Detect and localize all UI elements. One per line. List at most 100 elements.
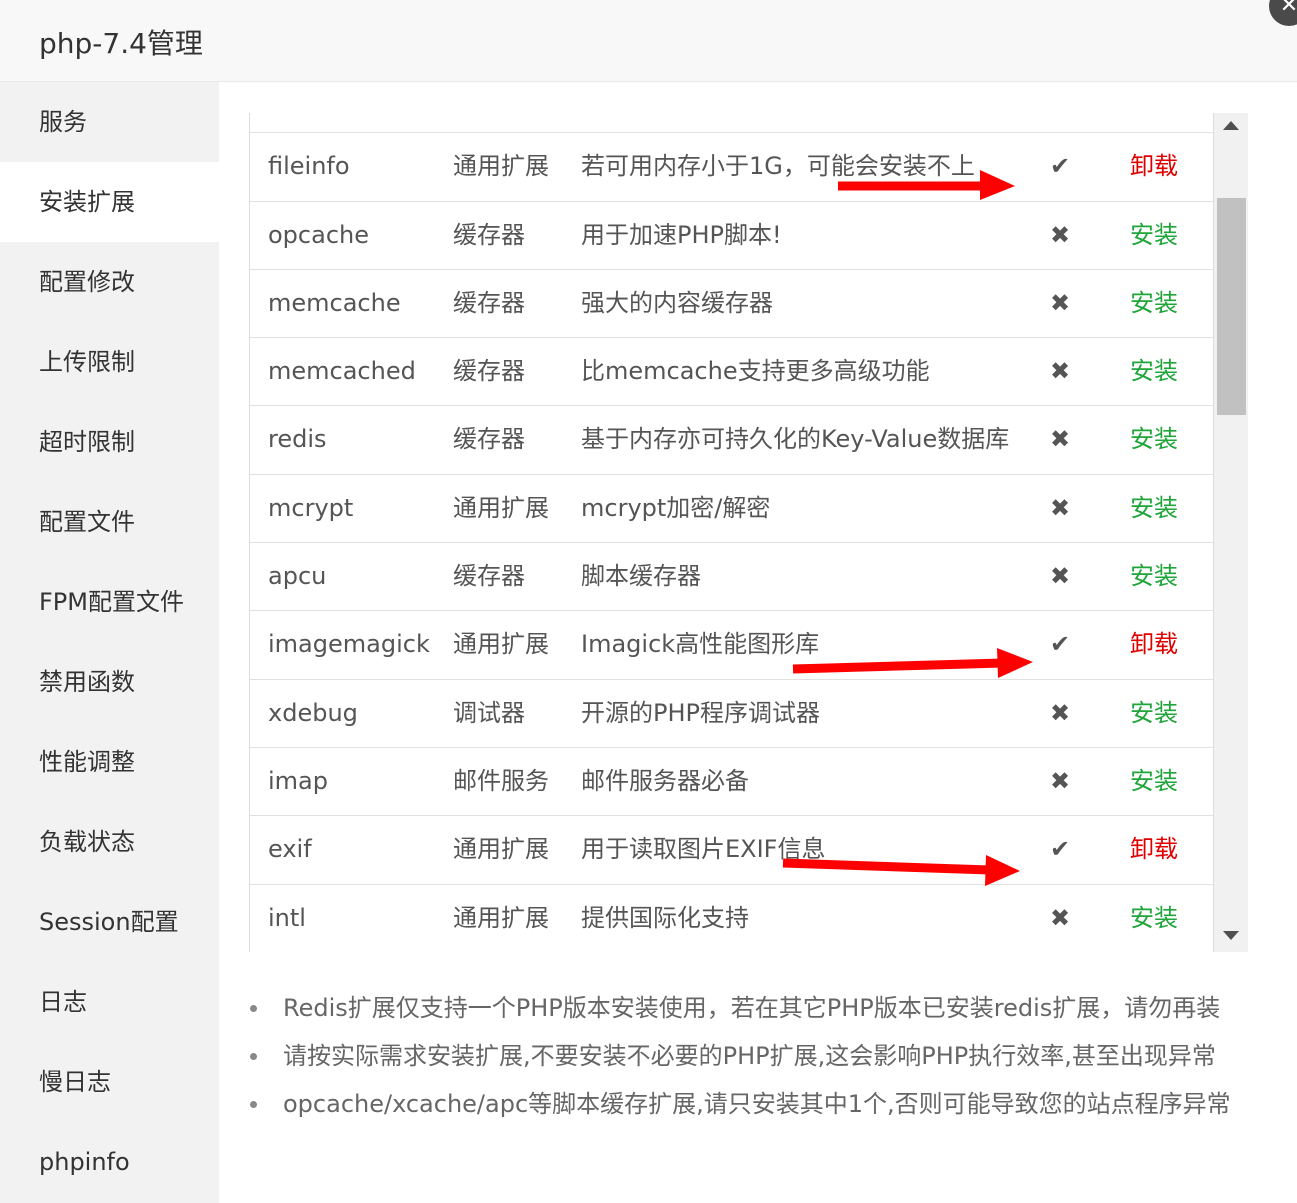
- extension-type: 缓存器: [453, 288, 525, 317]
- extension-type: 邮件服务: [453, 766, 549, 795]
- table-row: memcached 缓存器 比memcache支持更多高级功能 ✖ 安装: [250, 338, 1213, 407]
- install-button[interactable]: 安装: [1130, 113, 1178, 132]
- note-item: opcache/xcache/apc等脚本缓存扩展,请只安装其中1个,否则可能导…: [249, 1084, 1239, 1132]
- scroll-thumb[interactable]: [1217, 198, 1246, 415]
- table-row: exif 通用扩展 用于读取图片EXIF信息 ✔ 卸载: [250, 816, 1213, 885]
- extension-description: 强大的内容缓存器: [581, 288, 773, 317]
- sidebar: 服务 安装扩展 配置修改 上传限制 超时限制 配置文件 FPM配置文件 禁用函数…: [0, 82, 219, 1203]
- check-icon: ✔: [1050, 630, 1071, 659]
- table-scrollbar[interactable]: [1214, 113, 1248, 952]
- extension-name: imap: [268, 766, 328, 795]
- cross-icon: ✖: [1050, 766, 1071, 795]
- table-row: mcrypt 通用扩展 mcrypt加密/解密 ✖ 安装: [250, 475, 1213, 544]
- install-button[interactable]: 安装: [1130, 885, 1178, 952]
- extension-description: 比memcache支持更多高级功能: [581, 357, 930, 386]
- extension-description: 开源的PHP程序调试器: [581, 698, 820, 727]
- extension-description: 若可用内存小于1G，可能会安装不上: [581, 152, 975, 181]
- table-row: memcache 缓存器 强大的内容缓存器 ✖ 安装: [250, 270, 1213, 339]
- extension-type: 通用扩展: [453, 493, 549, 522]
- install-button[interactable]: 安装: [1130, 748, 1178, 815]
- sidebar-item-session-config[interactable]: Session配置: [0, 882, 219, 962]
- sidebar-item-load-status[interactable]: 负载状态: [0, 802, 219, 882]
- table-row: ionCube 脚本解密 用于解密ionCube Encoder加密脚本! ✖ 安装: [250, 113, 1213, 134]
- extension-description: 提供国际化支持: [581, 903, 749, 932]
- uninstall-button[interactable]: 卸载: [1130, 133, 1178, 200]
- table-row: xdebug 调试器 开源的PHP程序调试器 ✖ 安装: [250, 680, 1213, 748]
- install-button[interactable]: 安装: [1130, 680, 1178, 747]
- check-icon: ✔: [1050, 835, 1071, 864]
- install-button[interactable]: 安装: [1130, 202, 1178, 269]
- note-item: Redis扩展仅支持一个PHP版本安装使用，若在其它PHP版本已安装redis扩…: [249, 988, 1239, 1036]
- extension-name: fileinfo: [268, 152, 350, 181]
- sidebar-item-config-file[interactable]: 配置文件: [0, 482, 219, 562]
- sidebar-item-disabled-functions[interactable]: 禁用函数: [0, 642, 219, 722]
- sidebar-item-service[interactable]: 服务: [0, 82, 219, 162]
- extension-description: Imagick高性能图形库: [581, 630, 820, 659]
- table-row: imap 邮件服务 邮件服务器必备 ✖ 安装: [250, 748, 1213, 817]
- table-row: opcache 缓存器 用于加速PHP脚本! ✖ 安装: [250, 202, 1213, 270]
- cross-icon: ✖: [1050, 357, 1071, 386]
- cross-icon: ✖: [1050, 425, 1071, 454]
- extension-type: 调试器: [453, 698, 525, 727]
- extension-type: 通用扩展: [453, 903, 549, 932]
- check-icon: ✔: [1050, 152, 1071, 181]
- sidebar-item-fpm-config[interactable]: FPM配置文件: [0, 562, 219, 642]
- extension-name: memcache: [268, 288, 401, 317]
- extension-description: 用于读取图片EXIF信息: [581, 835, 826, 864]
- uninstall-button[interactable]: 卸载: [1130, 816, 1178, 883]
- table-row: intl 通用扩展 提供国际化支持 ✖ 安装: [250, 885, 1213, 952]
- extension-type: 通用扩展: [453, 835, 549, 864]
- extension-description: 用于加速PHP脚本!: [581, 220, 782, 249]
- sidebar-item-phpinfo[interactable]: phpinfo: [0, 1122, 219, 1202]
- extension-type: 通用扩展: [453, 152, 549, 181]
- extension-description: 脚本缓存器: [581, 562, 701, 591]
- scroll-down-icon[interactable]: [1223, 931, 1239, 940]
- window-titlebar: php-7.4管理: [0, 0, 1297, 82]
- cross-icon: ✖: [1050, 562, 1071, 591]
- install-button[interactable]: 安装: [1130, 475, 1178, 542]
- extension-name: mcrypt: [268, 493, 354, 522]
- extension-name: imagemagick: [268, 630, 430, 659]
- extension-name: intl: [268, 903, 306, 932]
- extension-type: 缓存器: [453, 357, 525, 386]
- cross-icon: ✖: [1050, 288, 1071, 317]
- install-button[interactable]: 安装: [1130, 543, 1178, 610]
- extension-type: 缓存器: [453, 425, 525, 454]
- notes-list: Redis扩展仅支持一个PHP版本安装使用，若在其它PHP版本已安装redis扩…: [249, 988, 1239, 1132]
- extension-type: 脚本解密: [453, 113, 549, 132]
- extension-name: exif: [268, 835, 312, 864]
- sidebar-item-performance[interactable]: 性能调整: [0, 722, 219, 802]
- sidebar-item-upload-limit[interactable]: 上传限制: [0, 322, 219, 402]
- extension-description: mcrypt加密/解密: [581, 493, 771, 522]
- sidebar-item-log[interactable]: 日志: [0, 962, 219, 1042]
- extension-description: 基于内存亦可持久化的Key-Value数据库: [581, 425, 1010, 454]
- extension-name: redis: [268, 425, 327, 454]
- extension-description: 用于解密ionCube Encoder加密脚本!: [581, 113, 987, 132]
- uninstall-button[interactable]: 卸载: [1130, 611, 1178, 678]
- extensions-table[interactable]: ionCube脚本解密用于解密ionCube Encoder加密脚本!✖安装fi…: [249, 113, 1214, 952]
- table-row: imagemagick 通用扩展 Imagick高性能图形库 ✔ 卸载: [250, 611, 1213, 680]
- extension-type: 缓存器: [453, 220, 525, 249]
- table-row: redis 缓存器 基于内存亦可持久化的Key-Value数据库 ✖ 安装: [250, 406, 1213, 475]
- extension-name: memcached: [268, 357, 416, 386]
- sidebar-item-install-extensions[interactable]: 安装扩展: [0, 162, 219, 242]
- install-button[interactable]: 安装: [1130, 338, 1178, 405]
- extension-name: apcu: [268, 562, 327, 591]
- extension-description: 邮件服务器必备: [581, 766, 749, 795]
- install-button[interactable]: 安装: [1130, 406, 1178, 473]
- extension-type: 缓存器: [453, 562, 525, 591]
- install-button[interactable]: 安装: [1130, 270, 1178, 337]
- table-row: fileinfo 通用扩展 若可用内存小于1G，可能会安装不上 ✔ 卸载: [250, 133, 1213, 202]
- sidebar-item-config-modify[interactable]: 配置修改: [0, 242, 219, 322]
- extension-name: opcache: [268, 220, 369, 249]
- extension-name: xdebug: [268, 698, 358, 727]
- sidebar-item-slow-log[interactable]: 慢日志: [0, 1042, 219, 1122]
- note-item: 请按实际需求安装扩展,不要安装不必要的PHP扩展,这会影响PHP执行效率,甚至出…: [249, 1036, 1239, 1084]
- scroll-up-icon[interactable]: [1223, 121, 1239, 130]
- cross-icon: ✖: [1050, 698, 1071, 727]
- sidebar-item-timeout-limit[interactable]: 超时限制: [0, 402, 219, 482]
- extension-name: ionCube: [268, 113, 367, 132]
- table-row: apcu 缓存器 脚本缓存器 ✖ 安装: [250, 543, 1213, 612]
- cross-icon: ✖: [1050, 220, 1071, 249]
- window-title: php-7.4管理: [39, 27, 203, 60]
